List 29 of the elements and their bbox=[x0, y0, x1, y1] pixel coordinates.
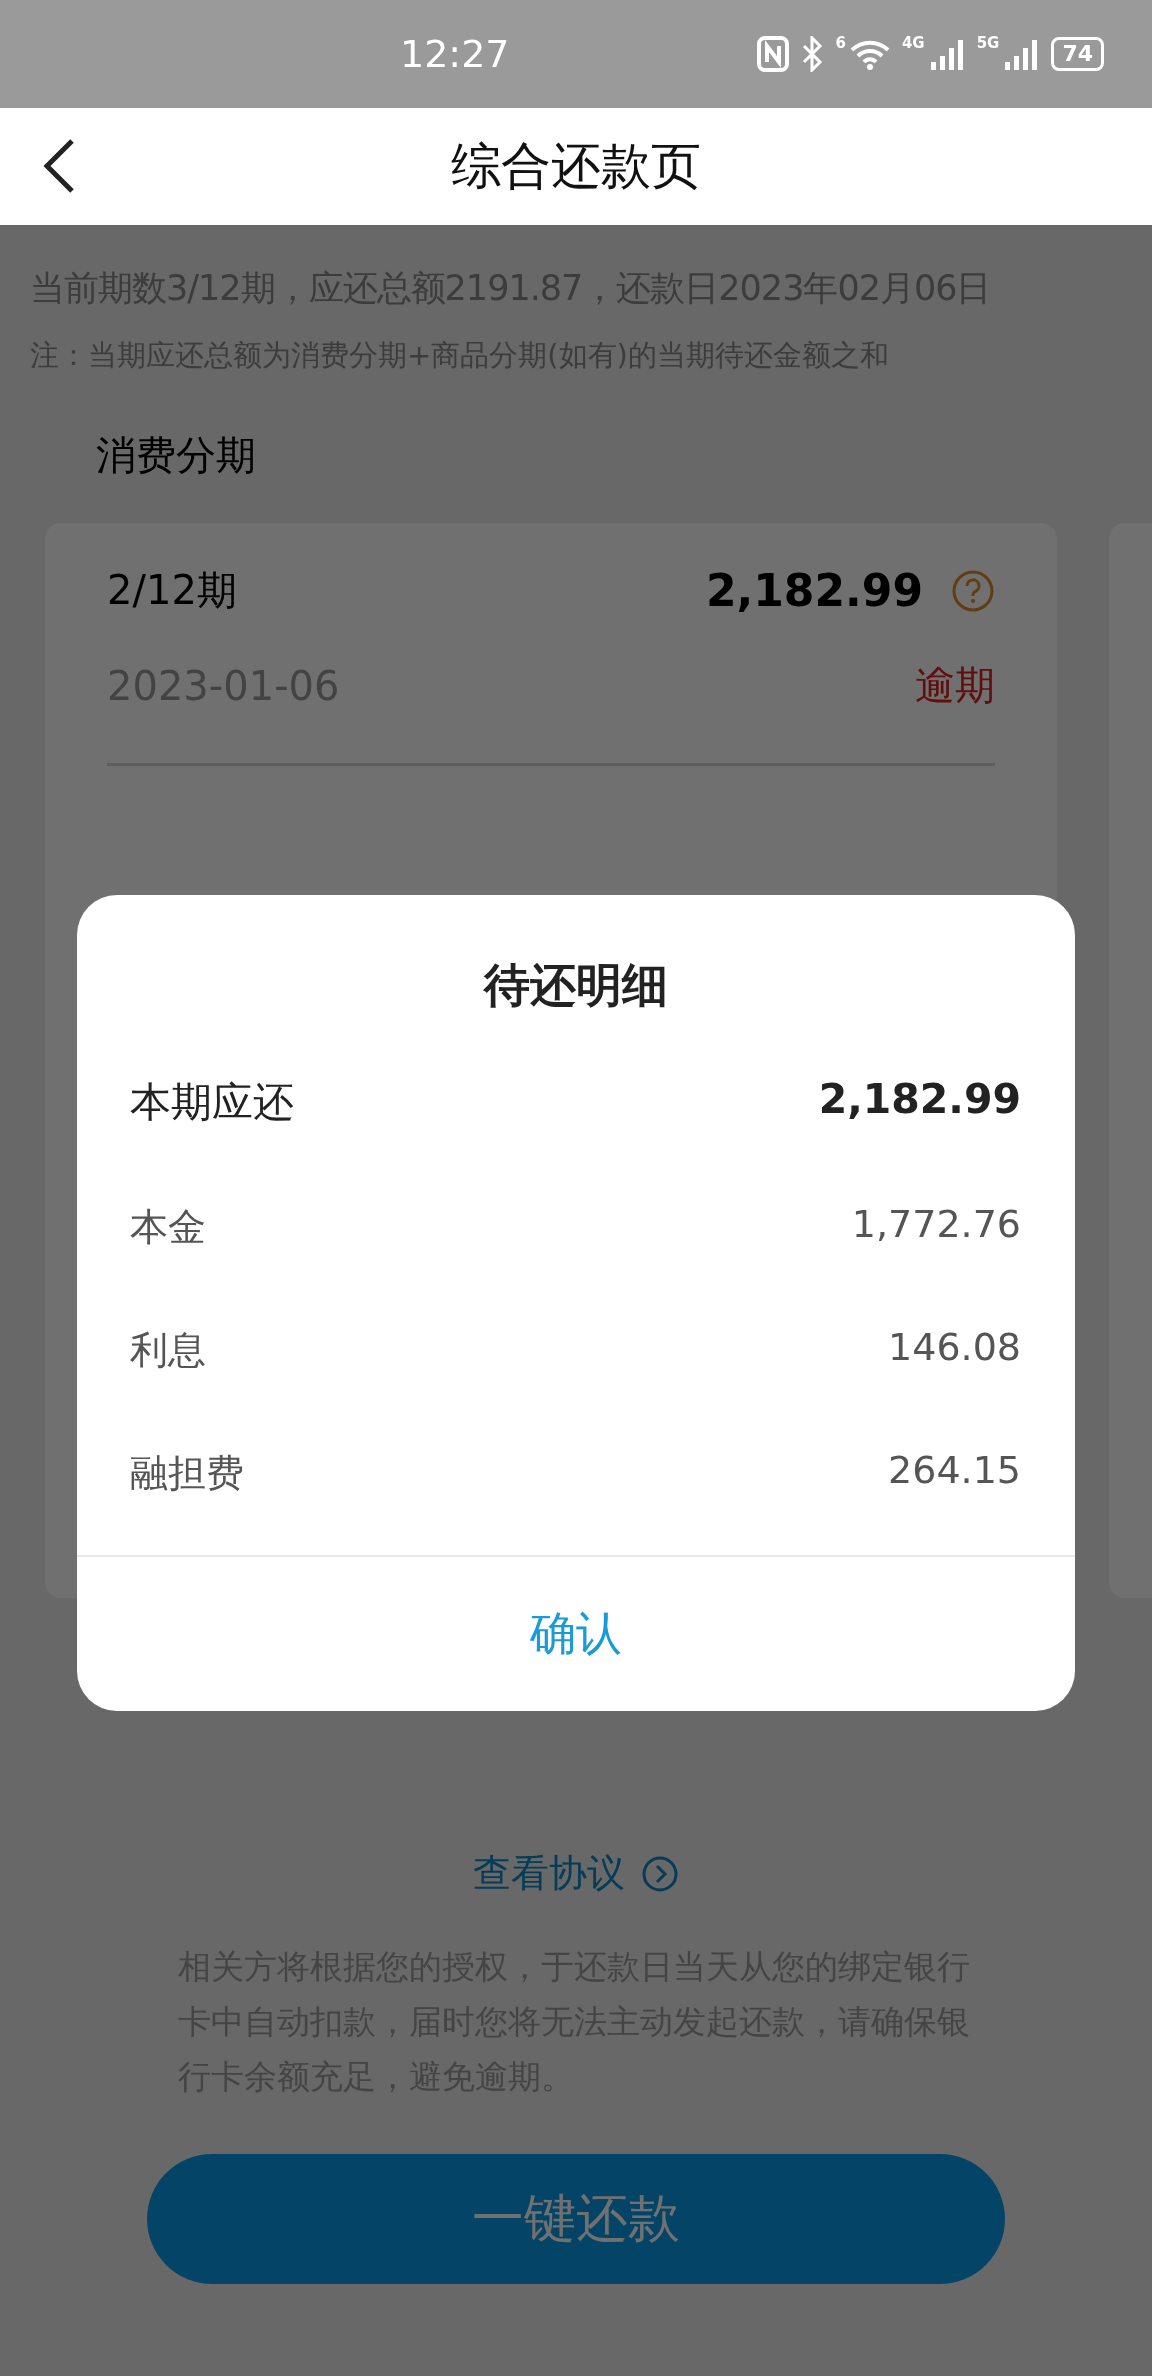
nfc-icon bbox=[757, 36, 790, 72]
network-label: 4G bbox=[901, 34, 925, 52]
detail-value: 264.15 bbox=[888, 1448, 1021, 1494]
section-title: 消费分期 bbox=[96, 431, 257, 480]
repay-button[interactable]: 一键还款 bbox=[147, 2154, 1005, 2284]
dialog-title: 待还明细 bbox=[482, 957, 669, 1014]
detail-label: 本期应还 bbox=[130, 1077, 294, 1128]
signal-icon bbox=[928, 38, 965, 70]
battery-indicator: 74 bbox=[1051, 37, 1104, 71]
page-title: 综合还款页 bbox=[451, 136, 701, 197]
signal-icon bbox=[1003, 38, 1040, 70]
confirm-button[interactable]: 确认 bbox=[77, 1557, 1075, 1711]
wifi-label: 6 bbox=[835, 34, 846, 52]
back-icon[interactable] bbox=[42, 138, 76, 194]
detail-label: 本金 bbox=[130, 1204, 206, 1251]
detail-value: 1,772.76 bbox=[851, 1202, 1021, 1248]
detail-label: 融担费 bbox=[130, 1450, 244, 1497]
network-label: 5G bbox=[976, 34, 1000, 52]
bluetooth-icon bbox=[801, 36, 824, 72]
chevron-circle-icon bbox=[641, 1854, 679, 1893]
installment-amount: 2,182.99 bbox=[705, 565, 923, 616]
detail-value: 2,182.99 bbox=[818, 1075, 1021, 1125]
installment-period: 2/12期 bbox=[107, 566, 237, 615]
agreement-link[interactable]: 查看协议 bbox=[473, 1848, 679, 1899]
status-time: 12:27 bbox=[400, 32, 510, 76]
detail-value: 146.08 bbox=[888, 1325, 1021, 1371]
overdue-status: 逾期 bbox=[915, 661, 995, 710]
detail-label: 利息 bbox=[130, 1327, 206, 1374]
wifi-icon bbox=[849, 38, 890, 70]
